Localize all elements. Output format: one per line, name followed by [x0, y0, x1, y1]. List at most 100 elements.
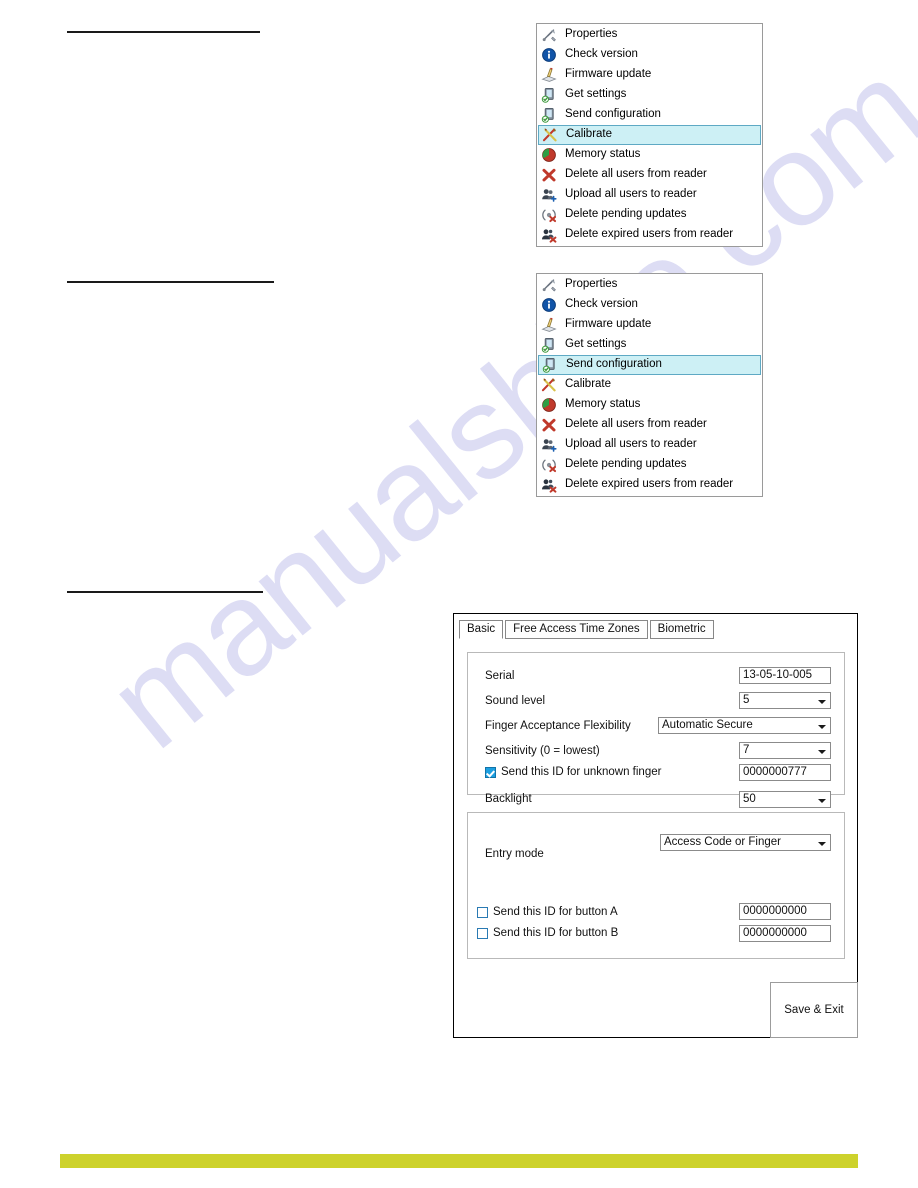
menu-item-label: Delete pending updates: [565, 208, 687, 221]
reader-context-menu-calibrate[interactable]: Properties Check version Firmware update Ge…: [536, 23, 763, 247]
menu-item-label: Get settings: [565, 338, 627, 351]
menu-item-delete-pending-updates[interactable]: Delete pending updates: [537, 205, 762, 225]
menu-item-label: Memory status: [565, 148, 641, 161]
menu-item-calibrate[interactable]: Calibrate: [537, 375, 762, 395]
backlight-select[interactable]: 50: [739, 791, 831, 808]
unknown-finger-checkbox-row[interactable]: Send this ID for unknown finger: [485, 766, 661, 778]
menu-item-memory-status[interactable]: Memory status: [537, 145, 762, 165]
menu-item-label: Delete expired users from reader: [565, 228, 734, 241]
menu-item-properties[interactable]: Properties: [537, 275, 762, 295]
users-plus-icon: [541, 437, 557, 453]
menu-item-firmware-update[interactable]: Firmware update: [537, 315, 762, 335]
menu-item-label: Properties: [565, 28, 618, 41]
menu-item-get-settings[interactable]: Get settings: [537, 335, 762, 355]
unknown-finger-label: Send this ID for unknown finger: [501, 766, 662, 778]
menu-item-upload-all-users-to-reader[interactable]: Upload all users to reader: [537, 435, 762, 455]
menu-item-memory-status[interactable]: Memory status: [537, 395, 762, 415]
firmware-update-icon: [541, 317, 557, 333]
chevron-down-icon: [818, 700, 826, 704]
wrench-screwdriver-icon: [541, 277, 557, 293]
dialog-tabstrip: Basic Free Access Time Zones Biometric: [459, 619, 716, 639]
sensitivity-label: Sensitivity (0 = lowest): [485, 745, 600, 757]
button-b-checkbox-row[interactable]: Send this ID for button B: [477, 927, 618, 939]
users-plus-icon: [541, 187, 557, 203]
button-a-id-input[interactable]: 0000000000: [739, 903, 831, 920]
finger-acceptance-select[interactable]: Automatic Secure: [658, 717, 831, 734]
device-upload-icon: [541, 107, 557, 123]
button-a-label: Send this ID for button A: [493, 906, 618, 918]
chevron-down-icon: [818, 799, 826, 803]
menu-item-check-version[interactable]: Check version: [537, 45, 762, 65]
menu-item-label: Delete pending updates: [565, 458, 687, 471]
menu-item-delete-all-users-from-reader[interactable]: Delete all users from reader: [537, 415, 762, 435]
redacted-text-rule-2: [67, 281, 274, 283]
menu-item-delete-expired-users-from-reader[interactable]: Delete expired users from reader: [537, 225, 762, 245]
menu-item-send-configuration[interactable]: Send configuration: [538, 355, 761, 375]
tab-basic[interactable]: Basic: [459, 620, 504, 639]
backlight-value: 50: [743, 793, 756, 805]
menu-item-label: Memory status: [565, 398, 641, 411]
menu-item-label: Firmware update: [565, 68, 652, 81]
calibrate-tools-icon: [541, 377, 557, 393]
sound-level-select[interactable]: 5: [739, 692, 831, 709]
footer-accent-bar: [60, 1154, 858, 1168]
serial-label: Serial: [485, 670, 515, 682]
field-row-backlight: Backlight 50: [468, 788, 844, 814]
entry-mode-value: Access Code or Finger: [664, 836, 781, 848]
serial-input[interactable]: 13-05-10-005: [739, 667, 831, 684]
device-download-icon: [541, 87, 557, 103]
menu-item-check-version[interactable]: Check version: [537, 295, 762, 315]
menu-item-label: Delete expired users from reader: [565, 478, 734, 491]
pie-chart-icon: [541, 147, 557, 163]
info-globe-icon: [541, 47, 557, 63]
menu-item-delete-expired-users-from-reader[interactable]: Delete expired users from reader: [537, 475, 762, 495]
device-download-icon: [541, 337, 557, 353]
entry-mode-select[interactable]: Access Code or Finger: [660, 834, 831, 851]
red-x-icon: [541, 167, 557, 183]
sensitivity-select[interactable]: 7: [739, 742, 831, 759]
redacted-text-rule-1: [67, 31, 260, 33]
button-a-checkbox-row[interactable]: Send this ID for button A: [477, 906, 618, 918]
field-row-finger-acceptance: Finger Acceptance Flexibility Automatic …: [468, 715, 844, 741]
red-x-icon: [541, 417, 557, 433]
menu-item-delete-pending-updates[interactable]: Delete pending updates: [537, 455, 762, 475]
field-row-entry-mode: Entry mode Access Code or Finger: [468, 834, 844, 869]
menu-item-properties[interactable]: Properties: [537, 25, 762, 45]
redacted-text-rule-3: [67, 591, 263, 593]
tab-biometric[interactable]: Biometric: [649, 620, 714, 639]
button-b-id-input[interactable]: 0000000000: [739, 925, 831, 942]
menu-item-calibrate[interactable]: Calibrate: [538, 125, 761, 145]
menu-item-label: Check version: [565, 298, 638, 311]
menu-item-label: Send configuration: [566, 358, 662, 371]
tab-free-access-time-zones[interactable]: Free Access Time Zones: [505, 620, 648, 639]
menu-item-firmware-update[interactable]: Firmware update: [537, 65, 762, 85]
menu-item-send-configuration[interactable]: Send configuration: [537, 105, 762, 125]
button-b-checkbox[interactable]: [477, 927, 488, 939]
menu-item-delete-all-users-from-reader[interactable]: Delete all users from reader: [537, 165, 762, 185]
basic-settings-group: Serial 13-05-10-005 Sound level 5 Finger…: [467, 652, 845, 808]
menu-item-label: Send configuration: [565, 108, 661, 121]
menu-item-label: Check version: [565, 48, 638, 61]
menu-item-label: Get settings: [565, 88, 627, 101]
signal-delete-icon: [541, 457, 557, 473]
reader-context-menu-send-configuration[interactable]: Properties Check version Firmware update Ge…: [536, 273, 763, 497]
field-row-serial: Serial 13-05-10-005: [468, 665, 844, 691]
backlight-label: Backlight: [485, 793, 532, 805]
menu-item-label: Upload all users to reader: [565, 438, 697, 451]
unknown-finger-checkbox[interactable]: [485, 766, 496, 778]
menu-item-label: Calibrate: [565, 378, 612, 391]
users-delete-icon: [541, 227, 557, 243]
menu-item-get-settings[interactable]: Get settings: [537, 85, 762, 105]
button-a-checkbox[interactable]: [477, 906, 488, 918]
users-delete-icon: [541, 477, 557, 493]
save-and-exit-button[interactable]: Save & Exit: [770, 982, 858, 1038]
menu-item-label: Calibrate: [566, 128, 613, 141]
menu-item-label: Upload all users to reader: [565, 188, 697, 201]
button-b-label: Send this ID for button B: [493, 927, 619, 939]
menu-item-upload-all-users-to-reader[interactable]: Upload all users to reader: [537, 185, 762, 205]
pie-chart-icon: [541, 397, 557, 413]
unknown-finger-id-input[interactable]: 0000000777: [739, 764, 831, 781]
info-globe-icon: [541, 297, 557, 313]
finger-acceptance-value: Automatic Secure: [662, 719, 753, 731]
menu-item-label: Delete all users from reader: [565, 418, 707, 431]
